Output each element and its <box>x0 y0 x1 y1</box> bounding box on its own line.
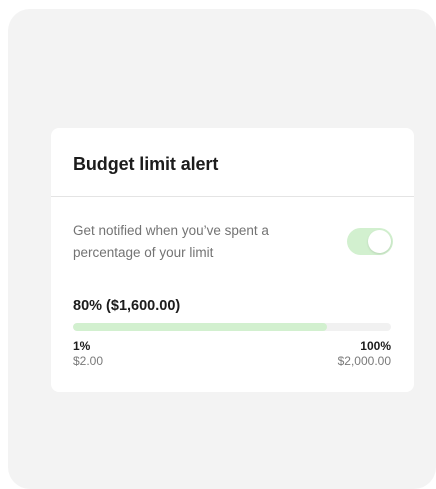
alert-description: Get notified when you’ve spent a percent… <box>73 223 269 260</box>
limit-slider[interactable] <box>73 323 391 331</box>
card-title: Budget limit alert <box>73 154 219 174</box>
range-max: 100% $2,000.00 <box>338 339 391 369</box>
page-background: Budget limit alert Get notified when you… <box>8 9 436 489</box>
range-max-amount: $2,000.00 <box>337 354 391 368</box>
limit-slider-fill <box>73 323 328 331</box>
range-max-percent: 100% <box>360 339 391 353</box>
limit-value-label: 80% ($1,600.00) <box>73 298 181 314</box>
card-header: Budget limit alert <box>51 128 414 197</box>
toggle-knob <box>368 230 391 253</box>
alert-toggle[interactable] <box>347 228 393 255</box>
range-min: 1% $2.00 <box>73 339 103 369</box>
range-min-amount: $2.00 <box>73 354 104 368</box>
budget-alert-card: Budget limit alert Get notified when you… <box>51 128 414 392</box>
range-min-percent: 1% <box>73 339 91 353</box>
